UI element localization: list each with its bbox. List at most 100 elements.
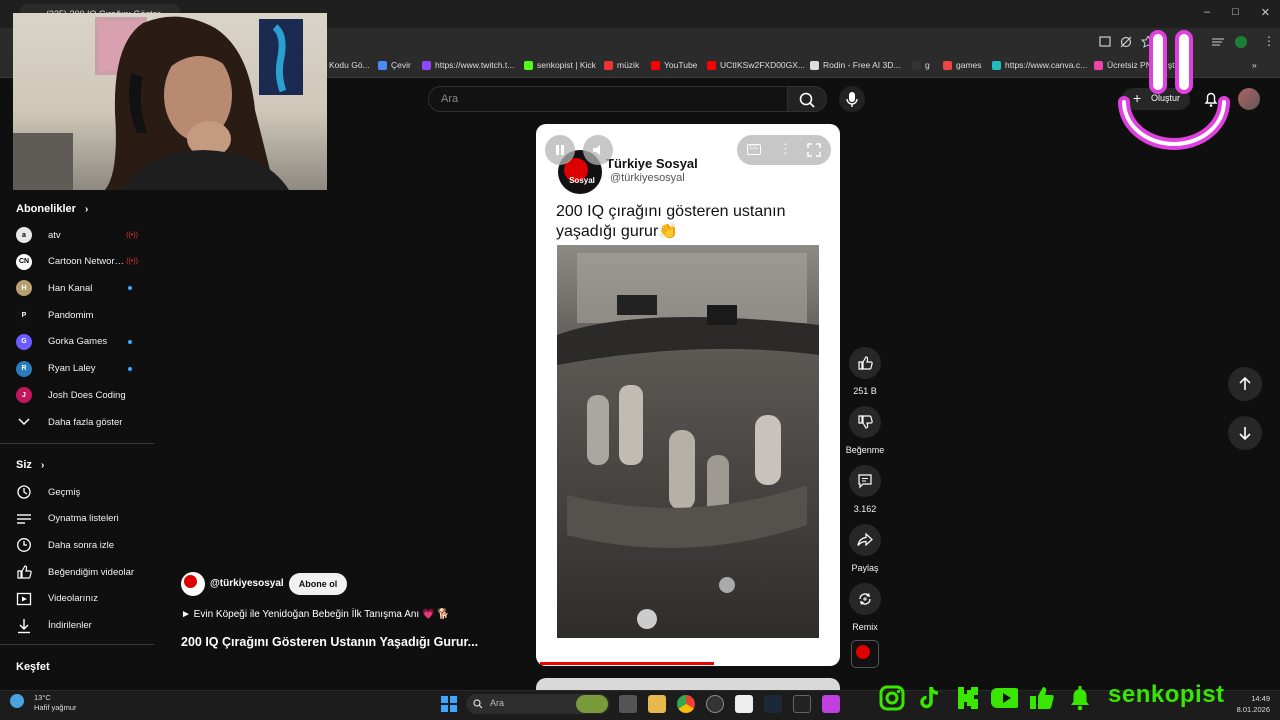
bookmark-item[interactable]: games (943, 60, 982, 70)
share-button[interactable]: Paylaş (845, 524, 885, 573)
like-button[interactable]: 251 B (845, 347, 885, 396)
bookmark-item[interactable]: müzik (604, 60, 639, 70)
explore-title: Keşfet (16, 661, 50, 673)
bookmarks-overflow-icon[interactable]: » (1252, 60, 1257, 70)
file-explorer-icon[interactable] (648, 695, 666, 713)
sidebar-subscription-item[interactable]: CN Cartoon Network... ((•)) (16, 252, 146, 272)
subscribe-button[interactable]: Abone ol (289, 573, 347, 595)
bell-icon (1071, 686, 1089, 711)
bookmark-item[interactable]: YouTube (651, 60, 697, 70)
voice-search-button[interactable] (839, 86, 865, 112)
weather-temperature: 13°C (34, 693, 51, 702)
remix-icon (849, 583, 881, 615)
store-icon[interactable] (735, 695, 753, 713)
subscription-label: atv (48, 229, 61, 241)
sidebar-subscription-item[interactable]: a atv ((•)) (16, 225, 146, 245)
weather-widget[interactable]: 13°C Hafif yağmur (20, 693, 77, 713)
subscription-label: Cartoon Network... (48, 256, 126, 268)
you-title: Siz (16, 459, 32, 471)
stream-overlay-logo (1118, 30, 1230, 150)
bookmark-favicon-icon (604, 60, 613, 70)
remix-button[interactable]: Remix (845, 583, 885, 632)
linked-video-link[interactable]: ► Evin Köpeği ile Yenidoğan Bebeğin İlk … (181, 609, 450, 620)
windows-start-icon[interactable] (440, 695, 458, 713)
channel-avatar: a (16, 227, 32, 243)
bookmark-favicon-icon (651, 60, 660, 70)
share-icon (849, 524, 881, 556)
chrome-icon[interactable] (677, 695, 695, 713)
app-icon[interactable] (706, 695, 724, 713)
sidebar-item-label: Daha sonra izle (48, 539, 115, 551)
sidebar-item[interactable]: Videolarınız (16, 589, 146, 609)
channel-handle[interactable]: @türkiyesosyal (210, 578, 284, 589)
channel-avatar-initial: a (16, 227, 32, 243)
system-clock[interactable]: 14:49 8.01.2026 (1226, 693, 1270, 715)
sidebar-item[interactable]: Beğendiğim videolar (16, 562, 146, 582)
sidebar-item[interactable]: Daha sonra izle (16, 535, 146, 555)
remix-label: Remix (852, 622, 878, 632)
bookmark-item[interactable]: https://www.twitch.t... (422, 60, 514, 70)
sidebar-item-label: Beğendiğim videolar (48, 566, 135, 578)
subscription-label: Pandomim (48, 309, 94, 321)
channel-avatar[interactable] (181, 572, 205, 596)
clock-time: 14:49 (1251, 694, 1270, 703)
bookmark-item[interactable]: Çevir (378, 60, 411, 70)
sidebar-subscription-item[interactable]: P Pandomim (16, 305, 146, 325)
video-title[interactable]: 200 IQ Çırağını Gösteren Ustanın Yaşadığ… (181, 635, 478, 649)
bookmark-label: UCtIKSw2FXD00GX... (720, 60, 806, 70)
channel-avatar-initial: G (16, 333, 32, 350)
bookmark-label: https://www.canva.c... (1005, 60, 1088, 70)
channel-avatar: J (16, 387, 32, 404)
bookmark-item[interactable]: senkopist | Kick (524, 60, 596, 70)
bookmark-item[interactable]: g (912, 60, 930, 70)
sidebar-item[interactable]: İndirilenler (16, 616, 146, 636)
sidebar-subscription-item[interactable]: G Gorka Games (16, 332, 146, 352)
bookmark-favicon-icon (992, 60, 1001, 70)
fullscreen-icon[interactable] (807, 143, 821, 157)
playback-progress[interactable] (540, 662, 714, 665)
bookmark-item[interactable]: Rodin - Free AI 3D... (810, 60, 900, 70)
pause-button[interactable] (545, 135, 575, 165)
sidebar-subscription-item[interactable]: H Han Kanal (16, 278, 146, 298)
search-input[interactable]: Ara (428, 86, 788, 112)
short-video-player[interactable]: Sosyal Türkiye Sosyal @türkiyesosyal 200… (536, 124, 840, 666)
menu-dots-icon[interactable]: ⋮ (1263, 34, 1275, 48)
maximize-icon[interactable]: □ (1232, 6, 1239, 19)
you-heading[interactable]: Siz › (16, 459, 44, 471)
close-icon[interactable]: ✕ (1261, 6, 1270, 19)
comments-button[interactable]: 3.162 (845, 465, 885, 514)
streaming-app-icon[interactable] (822, 695, 840, 713)
bookmark-item[interactable]: https://www.canva.c... (992, 60, 1087, 70)
captions-icon[interactable]: CC (747, 144, 761, 155)
previous-short-button[interactable] (1228, 367, 1262, 401)
subscriptions-heading[interactable]: Abonelikler › (16, 203, 88, 215)
search-placeholder: Ara (441, 93, 459, 105)
audio-source-thumbnail[interactable] (851, 640, 879, 668)
epic-games-icon[interactable] (793, 695, 811, 713)
minimize-icon[interactable]: – (1204, 6, 1210, 19)
youtube-icon (991, 688, 1018, 708)
sidebar-item[interactable]: Geçmiş (16, 482, 146, 502)
search-button[interactable] (787, 86, 827, 112)
sidebar-item[interactable]: Oynatma listeleri (16, 509, 146, 529)
playlist-icon (16, 511, 32, 527)
sidebar-item-label: Geçmiş (48, 486, 81, 498)
bookmark-favicon-icon (943, 60, 952, 70)
show-more-button[interactable]: Daha fazla göster (16, 412, 146, 432)
task-view-icon[interactable] (619, 695, 637, 713)
bookmark-item[interactable]: UCtIKSw2FXD00GX... (707, 60, 805, 70)
sidebar-subscription-item[interactable]: J Josh Does Coding (16, 385, 146, 405)
share-label: Paylaş (851, 563, 879, 573)
volume-button[interactable] (583, 135, 613, 165)
chevron-right-icon: › (40, 460, 45, 471)
download-icon (16, 618, 32, 634)
dislike-button[interactable]: Beğenme (845, 406, 885, 455)
steam-icon[interactable] (764, 695, 782, 713)
user-avatar[interactable] (1238, 88, 1260, 110)
channel-avatar-initial: P (16, 307, 32, 324)
thumbs-up-icon (1030, 687, 1054, 709)
pause-icon (556, 145, 564, 155)
more-options-icon[interactable]: ⋮ (779, 141, 792, 157)
sidebar-subscription-item[interactable]: R Ryan Laley (16, 359, 146, 379)
next-short-button[interactable] (1228, 416, 1262, 450)
